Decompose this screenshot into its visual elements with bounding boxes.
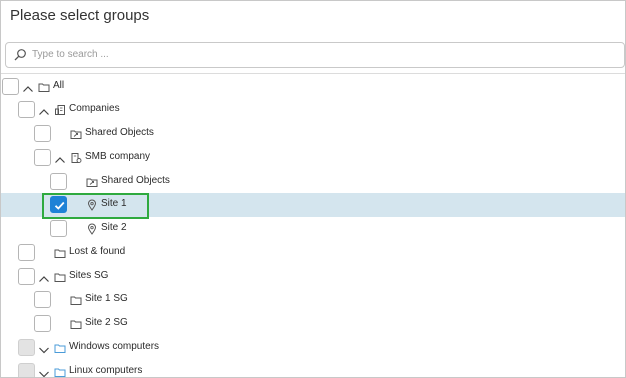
blue-folder-icon <box>54 365 66 377</box>
tree-checkbox[interactable] <box>18 101 35 118</box>
tree-checkbox[interactable] <box>50 173 67 190</box>
blue-folder-icon <box>54 341 66 353</box>
chevron-up-icon[interactable] <box>38 104 50 115</box>
tree-row[interactable]: Sites SG <box>1 265 625 289</box>
dialog-title: Please select groups <box>10 7 150 24</box>
chevron-down-icon[interactable] <box>38 342 50 354</box>
chevron-up-icon[interactable] <box>22 81 34 92</box>
search-placeholder: Type to search ... <box>32 49 109 60</box>
checkmark-icon <box>54 201 65 210</box>
company-icon <box>70 151 82 163</box>
tree-item-label: Linux computers <box>69 365 143 376</box>
tree-item-label: Site 1 <box>101 198 127 209</box>
folder-icon <box>54 246 66 258</box>
tree-item-label: Site 2 <box>101 222 127 233</box>
folder-icon <box>54 270 66 282</box>
tree-row[interactable]: Windows computers <box>1 336 625 360</box>
tree-row[interactable]: Shared Objects <box>1 170 625 194</box>
tree-checkbox[interactable] <box>18 339 35 356</box>
folder-icon <box>70 317 82 329</box>
tree-row[interactable]: All <box>1 75 625 99</box>
companies-icon <box>54 103 66 115</box>
folder-icon <box>38 80 50 92</box>
tree-item-label: Site 2 SG <box>85 317 128 328</box>
tree-row[interactable]: Site 1 <box>1 193 625 217</box>
divider <box>1 73 625 74</box>
tree-checkbox[interactable] <box>34 149 51 166</box>
tree-checkbox[interactable] <box>50 196 67 213</box>
tree-row[interactable]: Site 2 <box>1 217 625 241</box>
chevron-up-icon[interactable] <box>54 152 66 163</box>
tree-row[interactable]: SMB company <box>1 146 625 170</box>
tree-row[interactable]: Site 1 SG <box>1 288 625 312</box>
tree-item-label: All <box>53 80 65 91</box>
location-pin-icon <box>86 222 98 235</box>
tree-item-label: Lost & found <box>69 246 126 257</box>
tree-row[interactable]: Linux computers <box>1 360 625 377</box>
tree-item-label: Windows computers <box>69 341 160 352</box>
tree-checkbox[interactable] <box>50 220 67 237</box>
group-selection-dialog: Please select groups Type to search ... … <box>0 0 626 378</box>
tree-row[interactable]: Shared Objects <box>1 122 625 146</box>
tree-item-label: Sites SG <box>69 270 109 281</box>
shared-folder-icon <box>70 127 82 139</box>
tree-checkbox[interactable] <box>34 315 51 332</box>
tree-item-label: Shared Objects <box>101 175 170 186</box>
location-pin-icon <box>86 198 98 211</box>
tree-item-label: SMB company <box>85 151 151 162</box>
tree-item-label: Shared Objects <box>85 127 154 138</box>
tree-checkbox[interactable] <box>34 291 51 308</box>
tree-row[interactable]: Companies <box>1 98 625 122</box>
folder-icon <box>70 293 82 305</box>
tree-checkbox[interactable] <box>34 125 51 142</box>
tree-checkbox[interactable] <box>2 78 19 95</box>
search-icon <box>14 49 26 61</box>
tree-row[interactable]: Site 2 SG <box>1 312 625 336</box>
chevron-up-icon[interactable] <box>38 271 50 282</box>
tree-checkbox[interactable] <box>18 363 35 377</box>
tree-checkbox[interactable] <box>18 268 35 285</box>
search-input[interactable]: Type to search ... <box>5 42 625 68</box>
shared-folder-icon <box>86 175 98 187</box>
tree-row[interactable]: Lost & found <box>1 241 625 265</box>
tree-checkbox[interactable] <box>18 244 35 261</box>
chevron-down-icon[interactable] <box>38 366 50 377</box>
tree-item-label: Site 1 SG <box>85 293 128 304</box>
tree-item-label: Companies <box>69 103 120 114</box>
